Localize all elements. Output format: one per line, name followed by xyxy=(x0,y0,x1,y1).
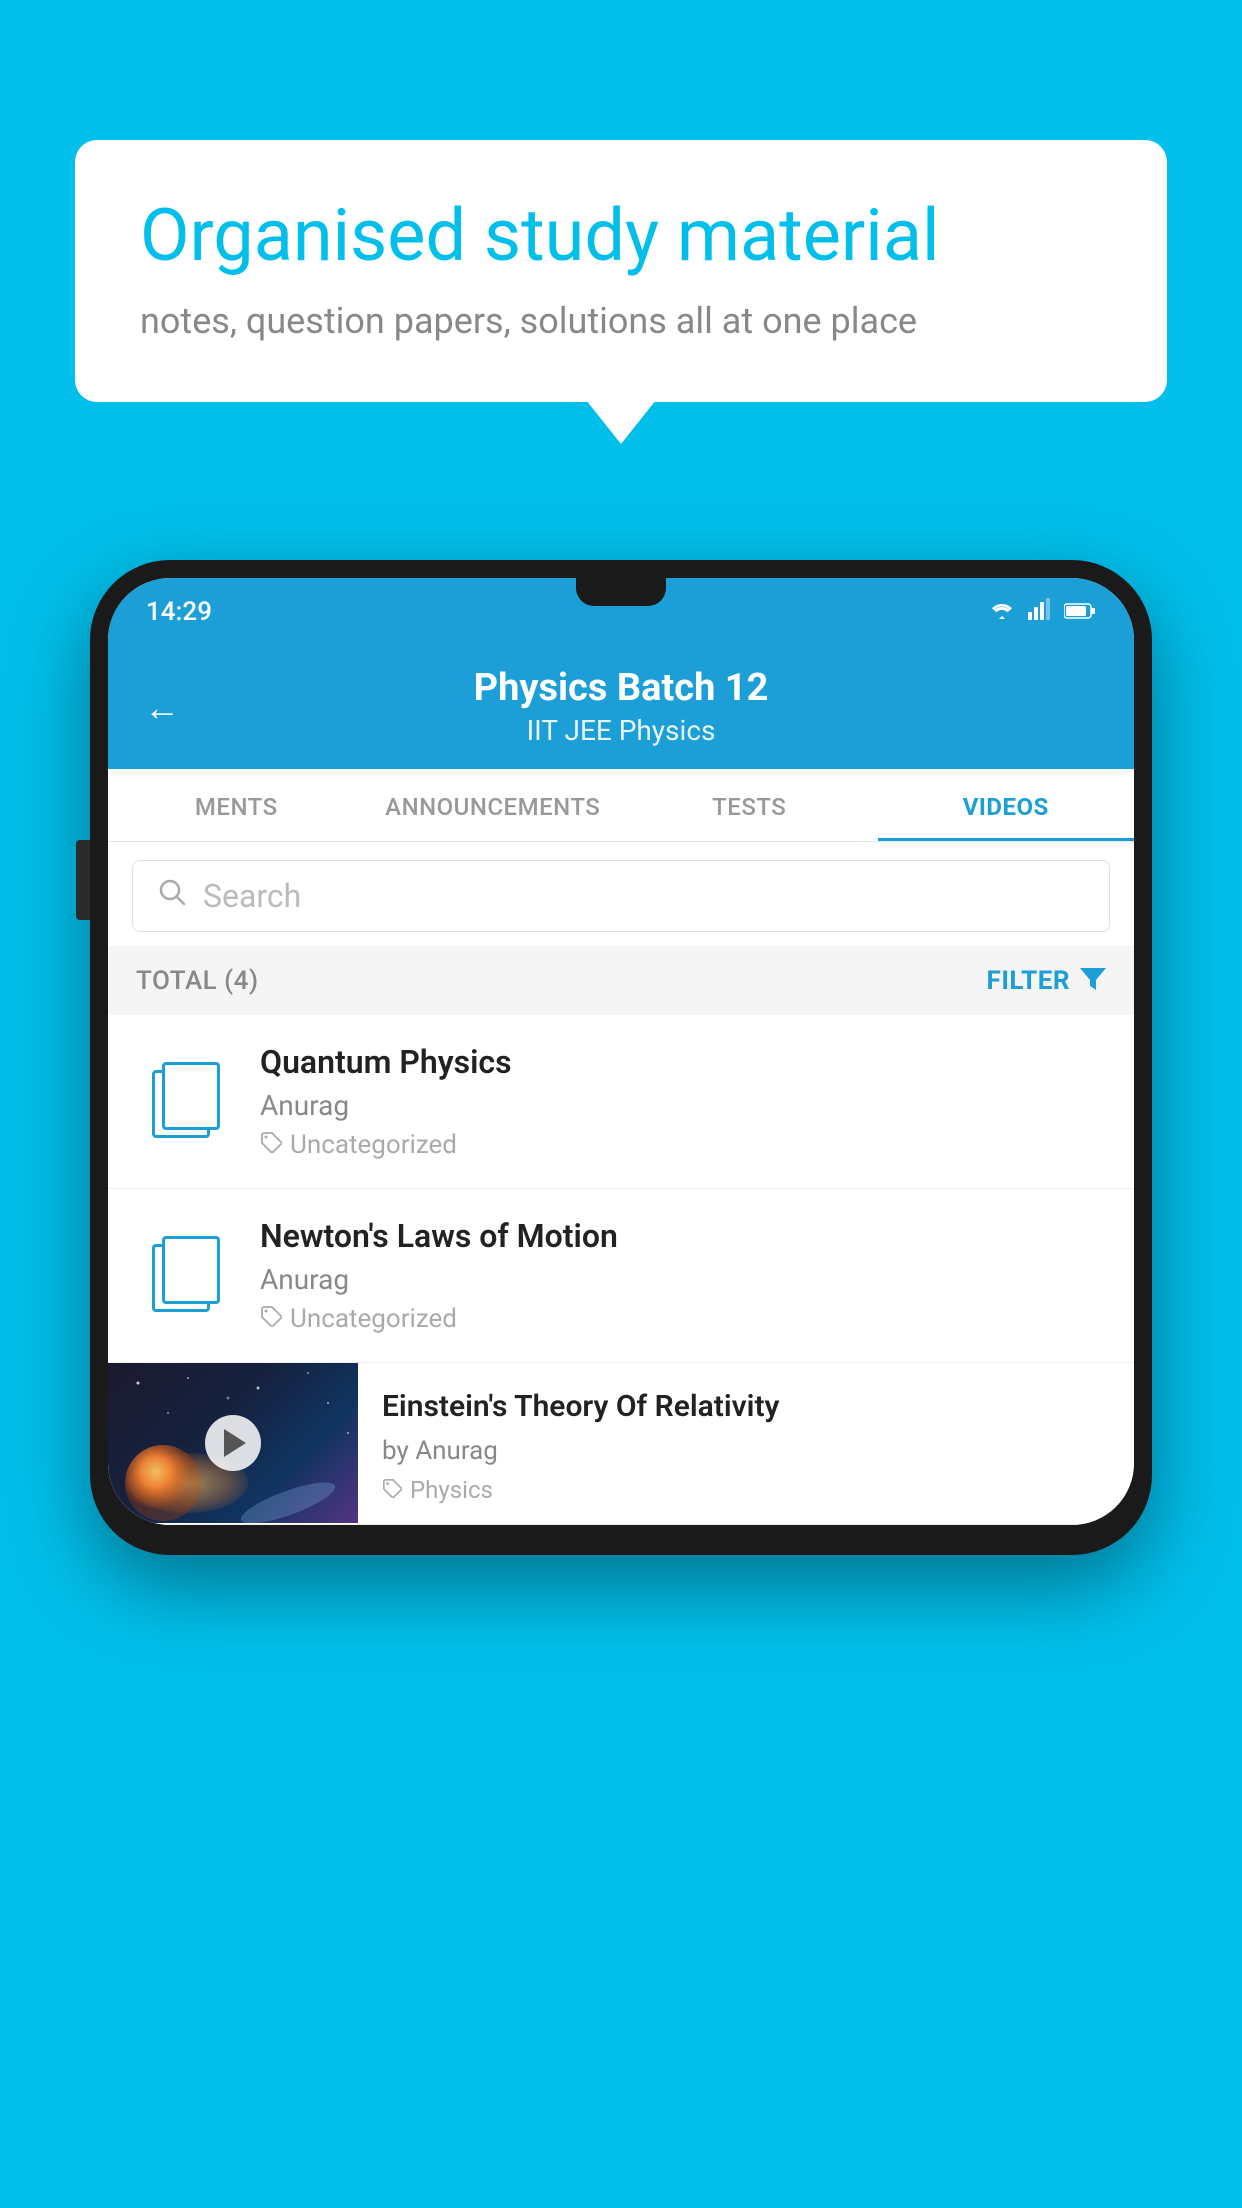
video-tag: Physics xyxy=(382,1476,1110,1504)
search-icon xyxy=(157,877,187,915)
list-item[interactable]: Quantum Physics Anurag Uncategorized xyxy=(108,1015,1134,1189)
video-list: Quantum Physics Anurag Uncategorized xyxy=(108,1015,1134,1525)
bubble-title: Organised study material xyxy=(140,195,1102,278)
speech-bubble: Organised study material notes, question… xyxy=(75,140,1167,402)
tab-tests[interactable]: TESTS xyxy=(621,769,878,841)
video-title: Newton's Laws of Motion xyxy=(260,1217,1106,1255)
bubble-subtitle: notes, question papers, solutions all at… xyxy=(140,300,1102,342)
signal-icon xyxy=(1028,597,1052,627)
file-icon-wrap xyxy=(136,1236,236,1316)
total-label: TOTAL (4) xyxy=(136,966,259,996)
video-thumbnail xyxy=(108,1363,358,1523)
filter-row: TOTAL (4) FILTER xyxy=(108,946,1134,1015)
tab-ments[interactable]: MENTS xyxy=(108,769,365,841)
tag-icon xyxy=(382,1476,402,1504)
app-header: ← Physics Batch 12 IIT JEE Physics xyxy=(108,646,1134,769)
tabs-bar: MENTS ANNOUNCEMENTS TESTS VIDEOS xyxy=(108,769,1134,842)
search-box[interactable]: Search xyxy=(132,860,1110,932)
video-title: Quantum Physics xyxy=(260,1043,1106,1081)
video-tag: Uncategorized xyxy=(260,1130,1106,1160)
video-info: Newton's Laws of Motion Anurag Uncategor… xyxy=(260,1217,1106,1334)
video-title: Einstein's Theory Of Relativity xyxy=(382,1387,1110,1426)
filter-button[interactable]: FILTER xyxy=(987,964,1106,997)
back-button[interactable]: ← xyxy=(144,687,180,729)
search-container: Search xyxy=(108,842,1134,946)
file-icon xyxy=(152,1062,220,1142)
video-info: Einstein's Theory Of Relativity by Anura… xyxy=(358,1363,1134,1524)
speech-bubble-container: Organised study material notes, question… xyxy=(75,140,1167,402)
file-icon xyxy=(152,1236,220,1316)
wifi-icon xyxy=(988,597,1016,627)
phone-mockup: 14:29 xyxy=(90,560,1152,1555)
phone-notch xyxy=(576,578,666,606)
video-tag: Uncategorized xyxy=(260,1304,1106,1334)
list-item[interactable]: Einstein's Theory Of Relativity by Anura… xyxy=(108,1363,1134,1525)
phone-wrapper: 14:29 xyxy=(90,560,1152,1555)
tab-videos[interactable]: VIDEOS xyxy=(878,769,1135,841)
list-item[interactable]: Newton's Laws of Motion Anurag Uncategor… xyxy=(108,1189,1134,1363)
tab-announcements[interactable]: ANNOUNCEMENTS xyxy=(365,769,622,841)
tag-icon xyxy=(260,1304,282,1334)
header-subtitle: IIT JEE Physics xyxy=(527,714,716,747)
status-icons xyxy=(988,597,1096,627)
tag-icon xyxy=(260,1130,282,1160)
file-icon-wrap xyxy=(136,1062,236,1142)
search-input[interactable]: Search xyxy=(203,877,301,915)
phone-screen: 14:29 xyxy=(108,578,1134,1525)
video-author: Anurag xyxy=(260,1089,1106,1122)
filter-icon xyxy=(1080,964,1106,997)
header-title: Physics Batch 12 xyxy=(474,666,769,710)
play-button[interactable] xyxy=(205,1415,261,1471)
status-time: 14:29 xyxy=(146,597,212,627)
video-info: Quantum Physics Anurag Uncategorized xyxy=(260,1043,1106,1160)
video-author: by Anurag xyxy=(382,1436,1110,1466)
battery-icon xyxy=(1064,597,1096,627)
video-author: Anurag xyxy=(260,1263,1106,1296)
